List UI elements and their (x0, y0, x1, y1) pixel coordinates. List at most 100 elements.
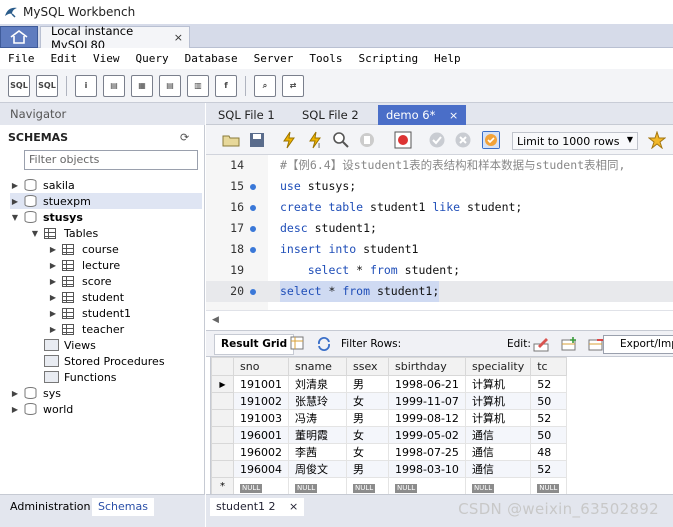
stop-icon[interactable] (358, 131, 376, 149)
create-view-icon[interactable]: ▤ (159, 74, 181, 97)
null-cell[interactable]: NULL (346, 477, 389, 495)
menu-server[interactable]: Server (246, 52, 302, 65)
cell[interactable]: 52 (530, 460, 568, 478)
schema-item-stusys[interactable]: ▼ stusys (10, 209, 83, 225)
create-table-icon[interactable]: ▦ (131, 74, 153, 97)
table-row[interactable]: ▶ 191001 刘清泉 男 1998-06-21 计算机 52 (211, 375, 568, 393)
toggle-error-icon[interactable] (394, 131, 412, 149)
table-item-lecture[interactable]: ▶ lecture (48, 257, 120, 273)
cell[interactable]: 52 (530, 409, 568, 427)
tab-administration[interactable]: Administration (4, 498, 97, 516)
cell[interactable]: 196002 (233, 443, 289, 461)
rollback-icon[interactable] (454, 131, 472, 149)
cell[interactable]: 男 (346, 375, 389, 393)
home-tab[interactable] (0, 26, 38, 48)
cell[interactable]: 48 (530, 443, 568, 461)
table-item-score[interactable]: ▶ score (48, 273, 112, 289)
table-row[interactable]: 191002 张慧玲 女 1999-11-07 计算机 50 (211, 392, 568, 410)
limit-rows-select[interactable]: Limit to 1000 rows ▼ (512, 132, 638, 150)
refresh-icon[interactable]: ⟳ (180, 131, 189, 144)
views-folder[interactable]: Views (30, 337, 96, 353)
expand-icon[interactable]: ▶ (48, 261, 58, 270)
table-item-teacher[interactable]: ▶ teacher (48, 321, 124, 337)
cell[interactable]: 191003 (233, 409, 289, 427)
null-cell[interactable]: NULL (288, 477, 347, 495)
column-header-speciality[interactable]: speciality (464, 357, 532, 376)
cell[interactable]: 196004 (233, 460, 289, 478)
cell[interactable]: 52 (530, 375, 568, 393)
table-item-course[interactable]: ▶ course (48, 241, 119, 257)
null-cell[interactable]: NULL (530, 477, 568, 495)
refresh-result-icon[interactable] (316, 336, 332, 352)
cell[interactable]: 191002 (233, 392, 289, 410)
null-cell[interactable]: NULL (233, 477, 289, 495)
cell[interactable]: 50 (530, 392, 568, 410)
add-row-icon[interactable] (561, 336, 578, 352)
cell[interactable]: 1999-05-02 (388, 426, 466, 444)
collapse-icon[interactable]: ▼ (30, 229, 40, 238)
execute-icon[interactable] (280, 131, 298, 149)
menu-tools[interactable]: Tools (301, 52, 350, 65)
beautify-star-icon[interactable] (648, 131, 666, 149)
expand-icon[interactable]: ▶ (10, 389, 20, 398)
create-schema-icon[interactable]: ▤ (103, 74, 125, 97)
cell[interactable]: 计算机 (464, 392, 532, 410)
close-icon[interactable]: × (449, 109, 458, 122)
expand-icon[interactable]: ▶ (48, 325, 58, 334)
cell[interactable]: 191001 (233, 375, 289, 393)
cell[interactable]: 计算机 (464, 375, 532, 393)
cell[interactable]: 1998-07-25 (388, 443, 466, 461)
schema-item-world[interactable]: ▶ world (10, 401, 73, 417)
cell[interactable]: 196001 (233, 426, 289, 444)
cell[interactable]: 女 (346, 443, 389, 461)
cell[interactable]: 1999-11-07 (388, 392, 466, 410)
menu-view[interactable]: View (85, 52, 128, 65)
column-header-sbirthday[interactable]: sbirthday (388, 357, 466, 376)
menu-help[interactable]: Help (426, 52, 469, 65)
new-sql-tab-icon[interactable]: SQL (8, 74, 30, 97)
stored-procedures-folder[interactable]: Stored Procedures (30, 353, 165, 369)
result-grid-tab[interactable]: Result Grid (214, 334, 295, 355)
menu-scripting[interactable]: Scripting (350, 52, 426, 65)
tab-result-student1-2[interactable]: student1 2 × (210, 498, 305, 516)
menu-database[interactable]: Database (177, 52, 246, 65)
tab-sql-file-2[interactable]: SQL File 2 (294, 105, 367, 125)
create-function-icon[interactable]: f (215, 74, 237, 97)
connection-tab[interactable]: Local instance MySQL80 × (40, 24, 190, 52)
schema-item-stuexpm[interactable]: ▶ stuexpm (10, 193, 202, 209)
table-row[interactable]: 196002 李茜 女 1998-07-25 通信 48 (211, 443, 568, 461)
save-icon[interactable] (248, 131, 266, 149)
tab-sql-file-1[interactable]: SQL File 1 (210, 105, 283, 125)
cell[interactable]: 计算机 (464, 409, 532, 427)
menu-query[interactable]: Query (128, 52, 177, 65)
column-header-sno[interactable]: sno (233, 357, 289, 376)
search-table-data-icon[interactable]: ⌕ (254, 74, 276, 97)
expand-icon[interactable]: ▶ (48, 277, 58, 286)
delete-row-icon[interactable] (588, 336, 605, 352)
schema-item-sakila[interactable]: ▶ sakila (10, 177, 75, 193)
filter-objects-input[interactable]: Filter objects (24, 150, 198, 170)
edit-row-icon[interactable] (533, 336, 550, 352)
open-file-icon[interactable] (222, 131, 240, 149)
cell[interactable]: 董明霞 (288, 426, 347, 444)
cell[interactable]: 李茜 (288, 443, 347, 461)
cell[interactable]: 冯涛 (288, 409, 347, 427)
scroll-left-icon[interactable]: ◀ (212, 315, 219, 325)
cell[interactable]: 1999-08-12 (388, 409, 466, 427)
close-icon[interactable]: × (289, 500, 298, 513)
cell[interactable]: 1998-06-21 (388, 375, 466, 393)
tables-folder[interactable]: ▼ Tables (30, 225, 98, 241)
cell[interactable]: 1998-03-10 (388, 460, 466, 478)
table-row[interactable]: 196001 董明霞 女 1999-05-02 通信 50 (211, 426, 568, 444)
autocommit-icon[interactable] (482, 131, 500, 149)
collapse-icon[interactable]: ▼ (10, 213, 20, 222)
close-icon[interactable]: × (174, 31, 183, 44)
expand-icon[interactable]: ▶ (10, 197, 20, 206)
cell[interactable]: 刘清泉 (288, 375, 347, 393)
expand-icon[interactable]: ▶ (48, 293, 58, 302)
expand-icon[interactable]: ▶ (48, 309, 58, 318)
cell[interactable]: 周俊文 (288, 460, 347, 478)
table-row[interactable]: 191003 冯涛 男 1999-08-12 计算机 52 (211, 409, 568, 427)
column-header-tc[interactable]: tc (530, 357, 568, 376)
table-item-student[interactable]: ▶ student (48, 289, 124, 305)
